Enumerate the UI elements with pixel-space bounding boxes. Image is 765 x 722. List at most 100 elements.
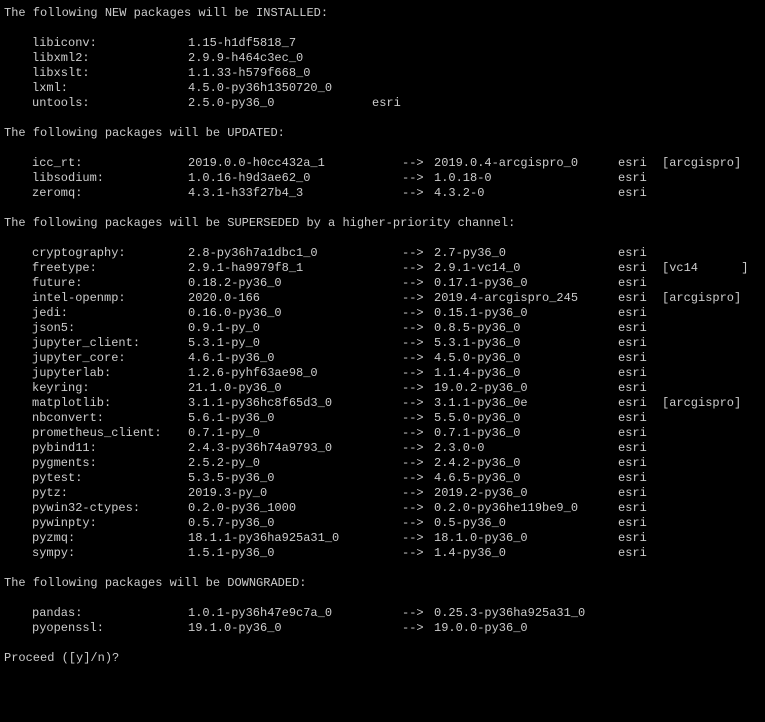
arrow-icon: --> <box>402 306 434 321</box>
supersede-row: pywinpty:0.5.7-py36_0--> 0.5-py36_0esri <box>4 516 761 531</box>
package-version: 1.1.33-h579f668_0 <box>188 66 372 81</box>
package-name: sympy: <box>32 546 188 561</box>
supersede-row: pygments:2.5.2-py_0--> 2.4.2-py36_0esri <box>4 456 761 471</box>
package-from-version: 4.6.1-py36_0 <box>188 351 402 366</box>
update-row: icc_rt:2019.0.0-h0cc432a_1--> 2019.0.4-a… <box>4 156 761 171</box>
supersede-row: prometheus_client:0.7.1-py_0--> 0.7.1-py… <box>4 426 761 441</box>
arrow-icon: --> <box>402 156 434 171</box>
package-version: 2.9.9-h464c3ec_0 <box>188 51 372 66</box>
arrow-icon: --> <box>402 276 434 291</box>
package-name: prometheus_client: <box>32 426 188 441</box>
package-channel: esri <box>618 456 662 471</box>
package-channel: esri <box>618 186 662 201</box>
package-channel: esri <box>618 426 662 441</box>
package-channel: esri <box>618 366 662 381</box>
supersede-row: keyring:21.1.0-py36_0--> 19.0.2-py36_0es… <box>4 381 761 396</box>
package-name: freetype: <box>32 261 188 276</box>
package-to-version: 2019.0.4-arcgispro_0 <box>434 156 618 171</box>
indent <box>4 381 32 396</box>
package-from-version: 2.4.3-py36h74a9793_0 <box>188 441 402 456</box>
arrow-icon: --> <box>402 456 434 471</box>
package-from-version: 4.3.1-h33f27b4_3 <box>188 186 402 201</box>
supersede-row: cryptography:2.8-py36h7a1dbc1_0--> 2.7-p… <box>4 246 761 261</box>
package-channel: esri <box>618 471 662 486</box>
package-to-version: 1.0.18-0 <box>434 171 618 186</box>
package-to-version: 1.4-py36_0 <box>434 546 618 561</box>
package-from-version: 2.8-py36h7a1dbc1_0 <box>188 246 402 261</box>
package-name: libxslt: <box>32 66 188 81</box>
supersede-header: The following packages will be SUPERSEDE… <box>4 216 761 231</box>
package-from-version: 1.2.6-pyhf63ae98_0 <box>188 366 402 381</box>
blank-line <box>4 21 761 36</box>
package-channel: esri <box>618 276 662 291</box>
proceed-prompt[interactable]: Proceed ([y]/n)? <box>4 651 761 666</box>
install-row: libiconv:1.15-h1df5818_7 <box>4 36 761 51</box>
package-from-version: 1.0.1-py36h47e9c7a_0 <box>188 606 402 621</box>
package-channel: esri <box>618 396 662 411</box>
package-from-version: 0.18.2-py36_0 <box>188 276 402 291</box>
package-name: jedi: <box>32 306 188 321</box>
package-to-version: 0.17.1-py36_0 <box>434 276 618 291</box>
package-to-version: 4.6.5-py36_0 <box>434 471 618 486</box>
package-from-version: 2019.3-py_0 <box>188 486 402 501</box>
supersede-row: nbconvert:5.6.1-py36_0--> 5.5.0-py36_0es… <box>4 411 761 426</box>
install-row: untools:2.5.0-py36_0esri <box>4 96 761 111</box>
indent <box>4 66 32 81</box>
arrow-icon: --> <box>402 366 434 381</box>
package-name: jupyterlab: <box>32 366 188 381</box>
arrow-icon: --> <box>402 246 434 261</box>
package-to-version: 0.7.1-py36_0 <box>434 426 618 441</box>
arrow-icon: --> <box>402 546 434 561</box>
indent <box>4 546 32 561</box>
indent <box>4 96 32 111</box>
arrow-icon: --> <box>402 171 434 186</box>
indent <box>4 396 32 411</box>
package-to-version: 18.1.0-py36_0 <box>434 531 618 546</box>
install-row: libxml2:2.9.9-h464c3ec_0 <box>4 51 761 66</box>
package-channel: esri <box>618 516 662 531</box>
indent <box>4 531 32 546</box>
package-channel: esri <box>618 486 662 501</box>
package-channel: esri <box>618 546 662 561</box>
indent <box>4 321 32 336</box>
package-channel: esri <box>618 501 662 516</box>
package-to-version: 1.1.4-py36_0 <box>434 366 618 381</box>
supersede-row: freetype:2.9.1-ha9979f8_1--> 2.9.1-vc14_… <box>4 261 761 276</box>
package-channel: esri <box>618 246 662 261</box>
indent <box>4 606 32 621</box>
package-from-version: 5.3.5-py36_0 <box>188 471 402 486</box>
update-row: zeromq:4.3.1-h33f27b4_3--> 4.3.2-0esri <box>4 186 761 201</box>
blank-line <box>4 111 761 126</box>
indent <box>4 171 32 186</box>
indent <box>4 51 32 66</box>
package-name: pyzmq: <box>32 531 188 546</box>
package-to-version: 2.3.0-0 <box>434 441 618 456</box>
arrow-icon: --> <box>402 411 434 426</box>
supersede-row: pytz:2019.3-py_0--> 2019.2-py36_0esri <box>4 486 761 501</box>
package-from-version: 21.1.0-py36_0 <box>188 381 402 396</box>
indent <box>4 276 32 291</box>
arrow-icon: --> <box>402 606 434 621</box>
package-to-version: 19.0.2-py36_0 <box>434 381 618 396</box>
arrow-icon: --> <box>402 186 434 201</box>
package-name: lxml: <box>32 81 188 96</box>
package-version: 4.5.0-py36h1350720_0 <box>188 81 372 96</box>
indent <box>4 156 32 171</box>
arrow-icon: --> <box>402 321 434 336</box>
indent <box>4 411 32 426</box>
supersede-row: future:0.18.2-py36_0--> 0.17.1-py36_0esr… <box>4 276 761 291</box>
package-to-version: 0.8.5-py36_0 <box>434 321 618 336</box>
indent <box>4 516 32 531</box>
install-header: The following NEW packages will be INSTA… <box>4 6 761 21</box>
package-from-version: 2.9.1-ha9979f8_1 <box>188 261 402 276</box>
package-to-version: 4.3.2-0 <box>434 186 618 201</box>
install-row: lxml:4.5.0-py36h1350720_0 <box>4 81 761 96</box>
arrow-icon: --> <box>402 531 434 546</box>
package-name: cryptography: <box>32 246 188 261</box>
package-name: matplotlib: <box>32 396 188 411</box>
package-to-version: 2.9.1-vc14_0 <box>434 261 618 276</box>
package-to-version: 4.5.0-py36_0 <box>434 351 618 366</box>
indent <box>4 306 32 321</box>
supersede-row: pyzmq:18.1.1-py36ha925a31_0--> 18.1.0-py… <box>4 531 761 546</box>
indent <box>4 366 32 381</box>
